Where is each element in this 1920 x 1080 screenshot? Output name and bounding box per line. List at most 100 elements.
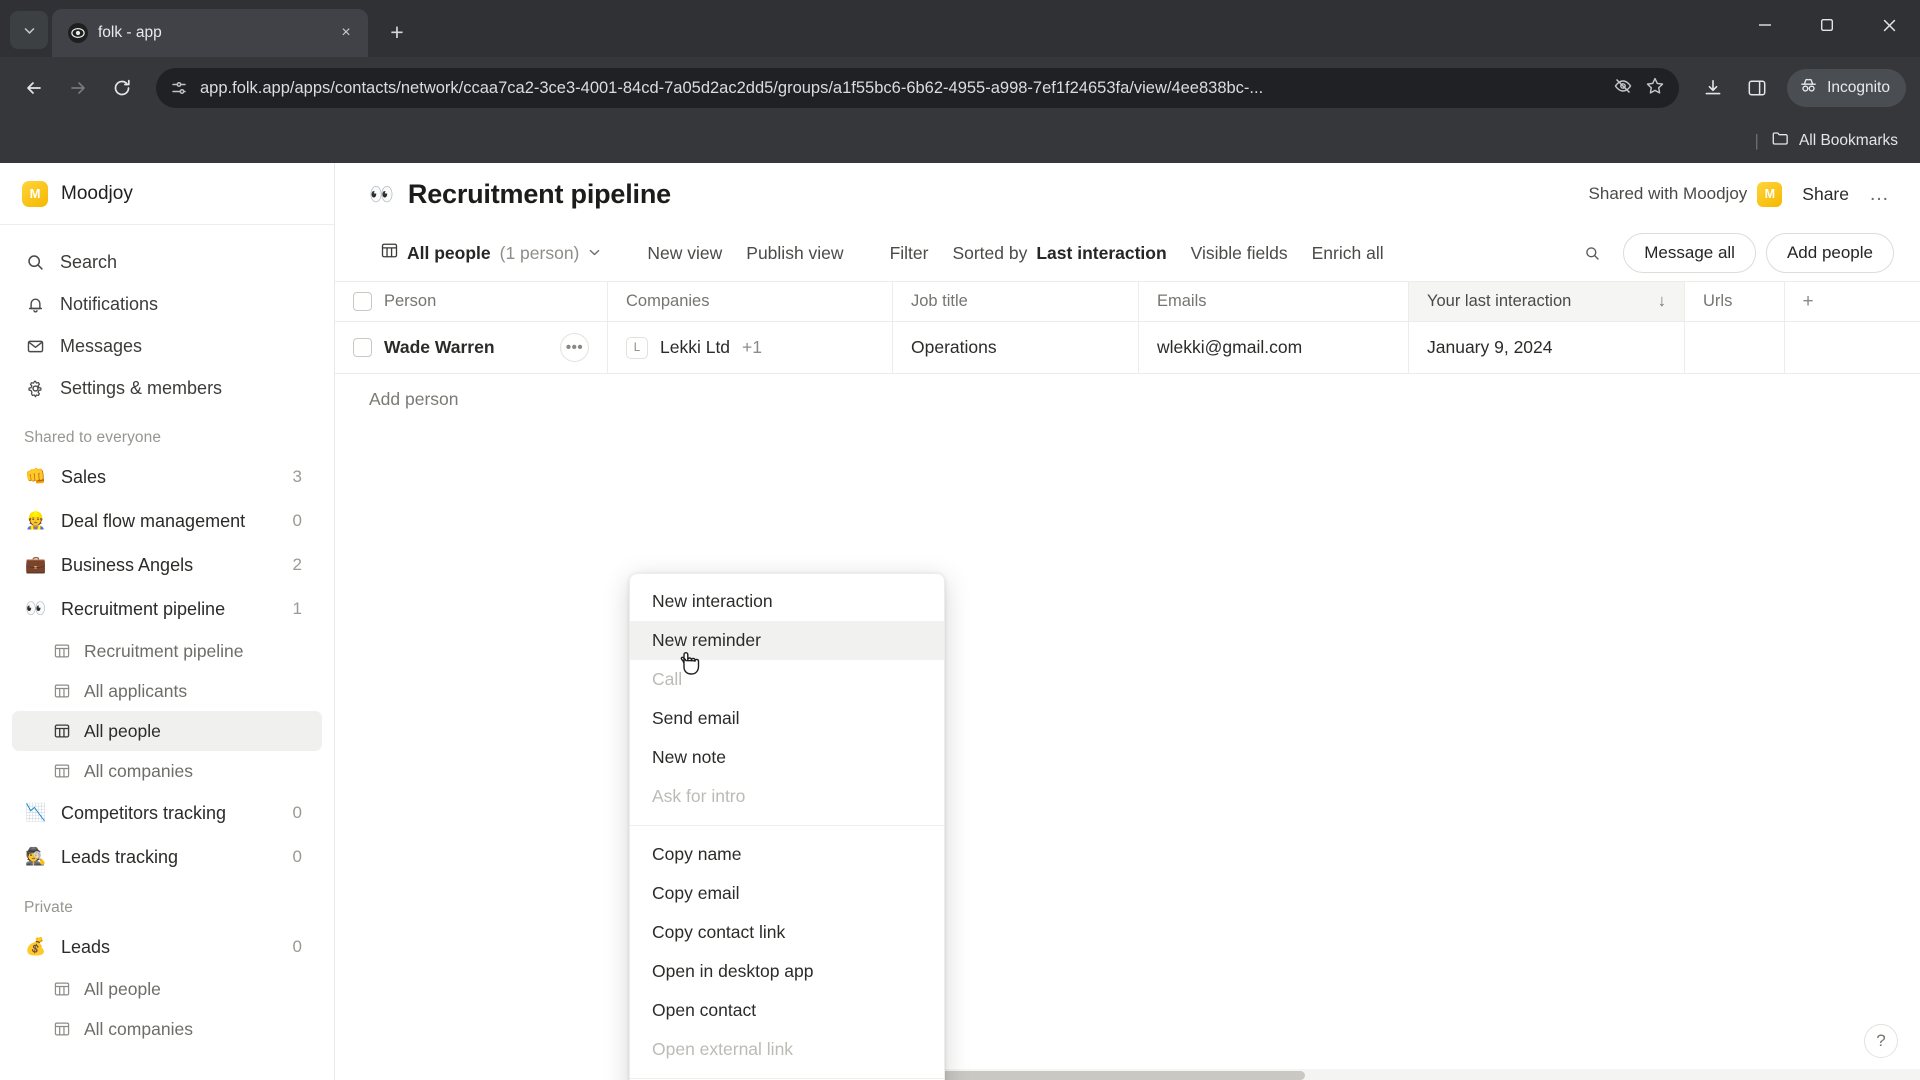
column-header-job-title[interactable]: Job title <box>893 282 1139 321</box>
add-column-button[interactable]: + <box>1785 282 1831 321</box>
cell-email[interactable]: wlekki@gmail.com <box>1139 322 1409 373</box>
add-person-button[interactable]: Add person <box>335 374 1920 424</box>
cell-person[interactable]: Wade Warren ••• <box>335 322 608 373</box>
cell-last-interaction[interactable]: January 9, 2024 <box>1409 322 1685 373</box>
minimize-button[interactable] <box>1734 0 1796 50</box>
close-window-button[interactable] <box>1858 0 1920 50</box>
close-icon[interactable]: × <box>334 21 358 45</box>
share-button[interactable]: Share <box>1802 184 1849 205</box>
view-selector[interactable]: All people (1 person) <box>369 235 613 271</box>
column-header-your-last-interaction[interactable]: Your last interaction ↓ <box>1409 282 1685 321</box>
maximize-button[interactable] <box>1796 0 1858 50</box>
cell-companies[interactable]: L Lekki Ltd +1 <box>608 322 893 373</box>
company-extra-count: +1 <box>742 337 762 357</box>
sidebar-view-all-people[interactable]: All people <box>12 711 322 751</box>
menu-item-new-interaction[interactable]: New interaction <box>630 582 944 621</box>
browser-toolbar: app.folk.app/apps/contacts/network/ccaa7… <box>0 57 1920 119</box>
download-icon[interactable] <box>1693 68 1733 108</box>
row-checkbox[interactable] <box>353 338 372 357</box>
sidebar-group-business-angels[interactable]: 💼 Business Angels 2 <box>12 543 322 587</box>
sidebar-group-label: Leads tracking <box>61 846 179 867</box>
sidebar-item-notifications[interactable]: Notifications <box>12 283 322 325</box>
menu-item-open-contact[interactable]: Open contact <box>630 991 944 1030</box>
column-label: Job title <box>911 292 968 310</box>
sidebar-item-settings[interactable]: Settings & members <box>12 367 322 409</box>
sidebar-group-sales[interactable]: 👊 Sales 3 <box>12 455 322 499</box>
table-view-icon <box>52 683 72 699</box>
menu-item-open-in-desktop-app[interactable]: Open in desktop app <box>630 952 944 991</box>
table-view-icon <box>52 1021 72 1037</box>
row-menu-button[interactable]: ••• <box>560 333 589 362</box>
sidebar-group-deal-flow-management[interactable]: 👷 Deal flow management 0 <box>12 499 322 543</box>
enrich-all-button[interactable]: Enrich all <box>1300 236 1396 271</box>
gear-icon <box>24 379 46 398</box>
reload-icon[interactable] <box>102 68 142 108</box>
menu-separator <box>630 825 944 826</box>
new-tab-button[interactable]: + <box>380 15 414 49</box>
tab-search-button[interactable] <box>10 11 48 49</box>
column-label: Companies <box>626 292 710 310</box>
shared-section-title: Shared to everyone <box>24 429 162 446</box>
avatar: M <box>1757 181 1783 207</box>
menu-item-copy-contact-link[interactable]: Copy contact link <box>630 913 944 952</box>
menu-item-new-reminder[interactable]: New reminder <box>630 621 944 660</box>
sidebar-group-leads-tracking[interactable]: 🕵️ Leads tracking 0 <box>12 835 322 879</box>
menu-item-send-email[interactable]: Send email <box>630 699 944 738</box>
page-more-button[interactable]: … <box>1869 183 1890 206</box>
sidebar-item-search[interactable]: Search <box>12 241 322 283</box>
bookmark-star-icon[interactable] <box>1645 76 1665 101</box>
browser-tab[interactable]: folk - app × <box>52 9 368 57</box>
page-settings-icon[interactable] <box>170 79 188 97</box>
sidebar-group-count: 0 <box>292 803 302 822</box>
shared-with-indicator[interactable]: Shared with Moodjoy M <box>1589 181 1783 207</box>
sidebar-view-recruitment-pipeline[interactable]: Recruitment pipeline <box>12 631 322 671</box>
back-icon[interactable] <box>14 68 54 108</box>
menu-item-copy-email[interactable]: Copy email <box>630 874 944 913</box>
sidebar-group-recruitment-pipeline[interactable]: 👀 Recruitment pipeline 1 <box>12 587 322 631</box>
add-people-button[interactable]: Add people <box>1765 233 1894 273</box>
menu-item-new-note[interactable]: New note <box>630 738 944 777</box>
filter-button[interactable]: Filter <box>878 236 941 271</box>
sidebar-view-private-all-companies[interactable]: All companies <box>12 1009 322 1049</box>
menu-item-call: Call <box>652 669 683 689</box>
publish-view-button[interactable]: Publish view <box>734 236 855 271</box>
main-content: 👀 Recruitment pipeline Shared with Moodj… <box>335 163 1920 1080</box>
sidebar-group-competitors-tracking[interactable]: 📉 Competitors tracking 0 <box>12 791 322 835</box>
new-view-button[interactable]: New view <box>635 236 734 271</box>
table-row[interactable]: Wade Warren ••• L Lekki Ltd +1 Operation… <box>335 322 1920 374</box>
column-header-companies[interactable]: Companies <box>608 282 893 321</box>
page-header: 👀 Recruitment pipeline Shared with Moodj… <box>335 163 1920 225</box>
folk-logo-icon <box>68 23 88 43</box>
eye-off-icon[interactable] <box>1613 76 1633 101</box>
search-icon[interactable] <box>1572 238 1613 269</box>
sidebar-view-private-all-people[interactable]: All people <box>12 969 322 1009</box>
side-panel-icon[interactable] <box>1737 68 1777 108</box>
workspace-switcher[interactable]: M Moodjoy <box>0 163 334 225</box>
sidebar-group-label: Deal flow management <box>61 510 246 531</box>
eyes-icon: 👀 <box>369 183 394 206</box>
all-bookmarks-button[interactable]: All Bookmarks <box>1771 129 1898 153</box>
table-view-icon <box>52 723 72 739</box>
sidebar-item-messages[interactable]: Messages <box>12 325 322 367</box>
sidebar-item-label: Settings & members <box>60 377 223 398</box>
help-button[interactable]: ? <box>1864 1024 1898 1058</box>
column-header-emails[interactable]: Emails <box>1139 282 1409 321</box>
visible-fields-button[interactable]: Visible fields <box>1179 236 1300 271</box>
incognito-indicator[interactable]: Incognito <box>1787 69 1906 107</box>
sidebar-view-all-applicants[interactable]: All applicants <box>12 671 322 711</box>
address-bar[interactable]: app.folk.app/apps/contacts/network/ccaa7… <box>156 68 1680 108</box>
all-bookmarks-label: All Bookmarks <box>1798 132 1898 149</box>
cell-job-title[interactable]: Operations <box>893 322 1139 373</box>
column-header-person[interactable]: Person <box>335 282 608 321</box>
message-all-button[interactable]: Message all <box>1623 233 1756 273</box>
company-logo: L <box>626 336 648 359</box>
sort-button[interactable]: Sorted by Last interaction <box>940 236 1178 271</box>
cell-urls[interactable] <box>1685 322 1785 373</box>
sidebar-group-count: 0 <box>292 937 302 956</box>
menu-item-copy-name[interactable]: Copy name <box>630 835 944 874</box>
sidebar-view-all-companies[interactable]: All companies <box>12 751 322 791</box>
forward-icon[interactable] <box>58 68 98 108</box>
column-header-urls[interactable]: Urls <box>1685 282 1785 321</box>
sidebar-group-leads[interactable]: 💰 Leads 0 <box>12 925 322 969</box>
select-all-checkbox[interactable] <box>353 292 372 311</box>
